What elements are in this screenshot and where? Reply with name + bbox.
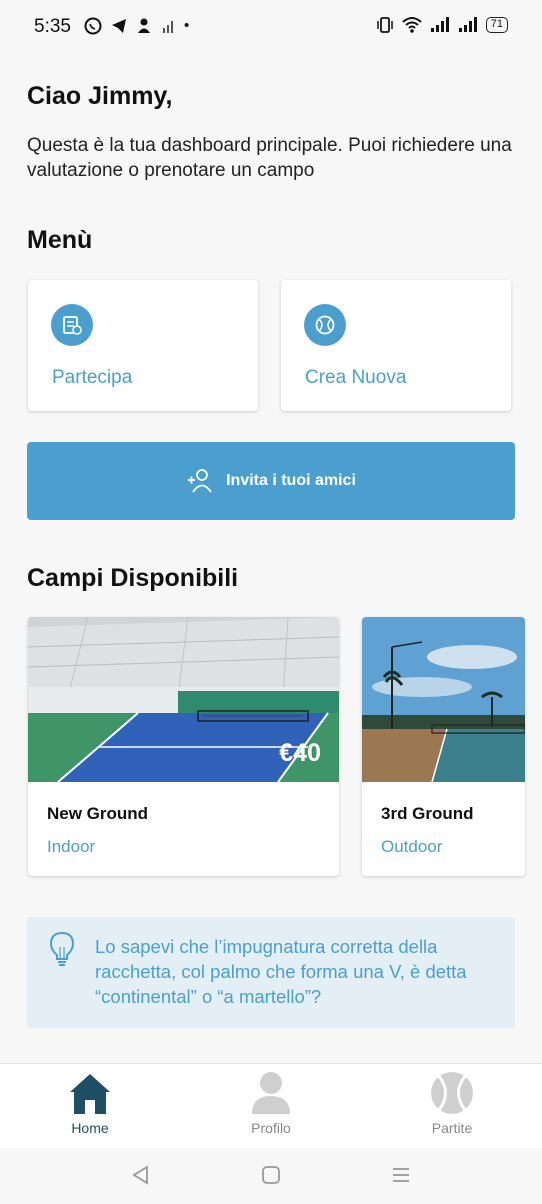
field-name: 3rd Ground xyxy=(381,804,474,823)
menu-item-label: Crea Nuova xyxy=(305,367,407,388)
signal-icon xyxy=(163,21,173,33)
tip-text: Lo sapevi che l’impugnatura corretta del… xyxy=(95,936,467,1007)
bottom-nav: Home Profilo Partite xyxy=(0,1063,542,1148)
add-user-icon xyxy=(188,469,212,493)
system-nav-bar xyxy=(0,1148,542,1204)
signal-bars-icon xyxy=(430,17,449,32)
vibrate-icon xyxy=(377,17,393,33)
person-icon xyxy=(252,1072,290,1114)
outdoor-court-image xyxy=(362,617,525,782)
nav-partite[interactable]: Partite xyxy=(392,1064,512,1149)
telegram-icon xyxy=(112,19,126,33)
calendar-icon xyxy=(51,304,93,346)
wifi-icon xyxy=(402,17,422,33)
home-icon xyxy=(70,1074,110,1114)
invite-label: Invita i tuoi amici xyxy=(226,472,356,489)
signal-bars-icon xyxy=(458,17,477,32)
status-left-icons: • xyxy=(84,16,189,36)
dot-icon: • xyxy=(184,17,190,34)
tip-box: Lo sapevi che l’impugnatura corretta del… xyxy=(27,917,515,1028)
status-time: 5:35 xyxy=(34,16,71,37)
person-icon xyxy=(138,18,150,33)
nav-profilo[interactable]: Profilo xyxy=(211,1064,331,1149)
field-type: Outdoor xyxy=(381,837,443,856)
greeting-title: Ciao Jimmy, xyxy=(27,82,173,110)
intro-text: Questa è la tua dashboard principale. Pu… xyxy=(27,135,512,181)
recents-icon[interactable] xyxy=(386,1160,416,1190)
battery-icon: 71 xyxy=(485,17,508,33)
lightbulb-icon xyxy=(49,931,75,966)
field-name: New Ground xyxy=(47,804,149,823)
menu-card-partecipa[interactable]: Partecipa xyxy=(28,280,258,411)
invite-friends-button[interactable]: Invita i tuoi amici xyxy=(27,442,515,520)
menu-card-crea-nuova[interactable]: Crea Nuova xyxy=(281,280,511,411)
nav-label: Home xyxy=(71,1120,109,1136)
status-right-icons: 71 xyxy=(376,16,508,34)
home-system-icon[interactable] xyxy=(256,1160,286,1190)
field-card-new-ground[interactable]: €40 New Ground Indoor xyxy=(28,617,339,876)
nav-label: Profilo xyxy=(251,1120,291,1136)
menu-item-label: Partecipa xyxy=(52,367,133,388)
fields-title: Campi Disponibili xyxy=(27,564,239,592)
menu-title: Menù xyxy=(27,226,93,254)
tennis-ball-icon xyxy=(304,304,346,346)
tennis-ball-icon xyxy=(431,1072,473,1114)
back-icon[interactable] xyxy=(126,1160,156,1190)
nav-home[interactable]: Home xyxy=(30,1064,150,1149)
field-price: €40 xyxy=(279,739,321,767)
field-card-3rd-ground[interactable]: 3rd Ground Outdoor xyxy=(362,617,525,876)
status-bar: 5:35 • 71 xyxy=(0,0,542,56)
whatsapp-icon xyxy=(84,17,102,35)
nav-label: Partite xyxy=(431,1120,473,1136)
field-type: Indoor xyxy=(47,837,96,856)
